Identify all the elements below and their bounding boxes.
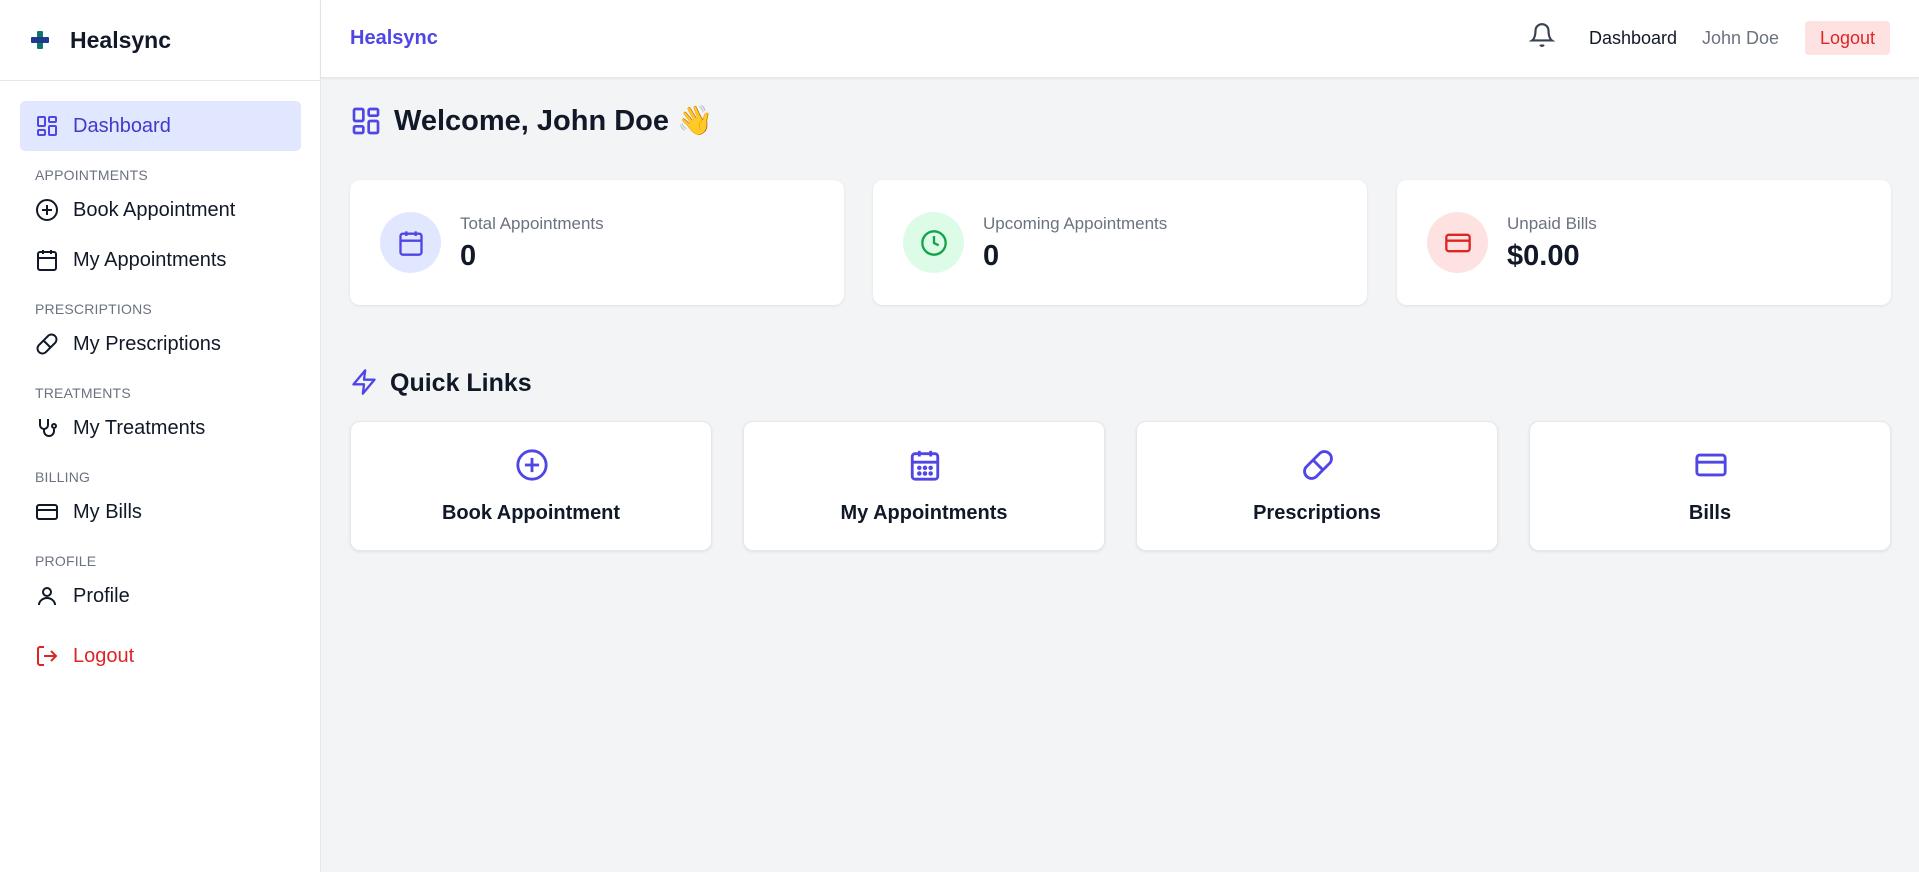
- sidebar-item-label: My Bills: [73, 500, 142, 523]
- sidebar-item-my-bills[interactable]: My Bills: [20, 487, 301, 537]
- sidebar-item-profile[interactable]: Profile: [20, 571, 301, 621]
- clock-icon: [903, 212, 964, 273]
- pill-icon: [35, 332, 59, 356]
- calendar-icon: [35, 248, 59, 272]
- lightning-icon: [350, 368, 380, 398]
- quick-link-label: My Appointments: [840, 502, 1008, 524]
- sidebar-item-logout[interactable]: Logout: [20, 631, 301, 681]
- quick-links-heading: Quick Links: [350, 368, 532, 398]
- stat-value: $0.00: [1507, 240, 1580, 272]
- navbar-dashboard-link[interactable]: Dashboard: [1589, 28, 1677, 49]
- section-title: Quick Links: [390, 368, 532, 397]
- sidebar-item-label: Logout: [73, 644, 135, 667]
- navbar-brand[interactable]: Healsync: [350, 27, 438, 50]
- plus-circle-icon: [514, 447, 550, 483]
- quick-link-bills[interactable]: Bills: [1529, 421, 1891, 551]
- dashboard-icon: [350, 105, 382, 137]
- section-prescriptions: PRESCRIPTIONS: [35, 301, 152, 317]
- stethoscope-icon: [35, 416, 59, 440]
- stat-label: Unpaid Bills: [1507, 214, 1597, 233]
- page-title: Welcome, John Doe 👋: [394, 105, 714, 137]
- stat-card-upcoming-appointments: Upcoming Appointments 0: [873, 180, 1367, 305]
- quick-link-label: Bills: [1688, 502, 1732, 524]
- user-icon: [35, 584, 59, 608]
- brand-name: Healsync: [70, 26, 172, 53]
- section-appointments: APPOINTMENTS: [35, 167, 148, 183]
- sidebar-item-book-appointment[interactable]: Book Appointment: [20, 185, 301, 235]
- sidebar-item-label: My Appointments: [73, 248, 227, 271]
- sidebar-item-label: Book Appointment: [73, 198, 236, 221]
- stat-label: Total Appointments: [460, 214, 604, 233]
- sidebar-nav: Dashboard APPOINTMENTS Book Appointment …: [0, 81, 320, 681]
- logout-icon: [35, 644, 59, 668]
- bell-icon[interactable]: [1527, 20, 1557, 50]
- credit-card-icon: [1693, 447, 1729, 483]
- credit-card-icon: [1427, 212, 1488, 273]
- stat-label: Upcoming Appointments: [983, 214, 1168, 233]
- stat-card-total-appointments: Total Appointments 0: [350, 180, 844, 305]
- section-profile: PROFILE: [35, 553, 97, 569]
- sidebar-item-label: My Prescriptions: [73, 332, 221, 355]
- sidebar-item-my-treatments[interactable]: My Treatments: [20, 403, 301, 453]
- quick-link-book-appointment[interactable]: Book Appointment: [350, 421, 712, 551]
- calendar-icon: [380, 212, 441, 273]
- pill-icon: [1300, 447, 1336, 483]
- dashboard-icon: [35, 114, 59, 138]
- sidebar-item-dashboard[interactable]: Dashboard: [20, 101, 301, 151]
- sidebar-brand[interactable]: Healsync: [0, 0, 320, 81]
- navbar-user-name: John Doe: [1702, 28, 1780, 48]
- sidebar-item-label: My Treatments: [73, 416, 206, 439]
- quick-link-label: Book Appointment: [441, 502, 621, 524]
- top-navbar: Healsync Dashboard John Doe Logout: [321, 0, 1919, 78]
- quick-link-prescriptions[interactable]: Prescriptions: [1136, 421, 1498, 551]
- quick-link-my-appointments[interactable]: My Appointments: [743, 421, 1105, 551]
- sidebar: Healsync Dashboard APPOINTMENTS Book App…: [0, 0, 321, 872]
- medical-cross-icon: [30, 30, 50, 50]
- stat-value: 0: [460, 240, 477, 272]
- stat-value: 0: [983, 240, 1000, 272]
- welcome-heading: Welcome, John Doe 👋: [350, 104, 713, 138]
- plus-circle-icon: [35, 198, 59, 222]
- section-billing: BILLING: [35, 469, 91, 485]
- sidebar-item-my-appointments[interactable]: My Appointments: [20, 235, 301, 285]
- stat-card-unpaid-bills: Unpaid Bills $0.00: [1397, 180, 1891, 305]
- quick-link-label: Prescriptions: [1253, 502, 1381, 524]
- sidebar-item-label: Profile: [73, 584, 130, 607]
- navbar-logout-button[interactable]: Logout: [1805, 21, 1890, 55]
- calendar-grid-icon: [907, 447, 943, 483]
- sidebar-item-label: Dashboard: [73, 114, 171, 137]
- sidebar-item-my-prescriptions[interactable]: My Prescriptions: [20, 319, 301, 369]
- section-treatments: TREATMENTS: [35, 385, 131, 401]
- credit-card-icon: [35, 500, 59, 524]
